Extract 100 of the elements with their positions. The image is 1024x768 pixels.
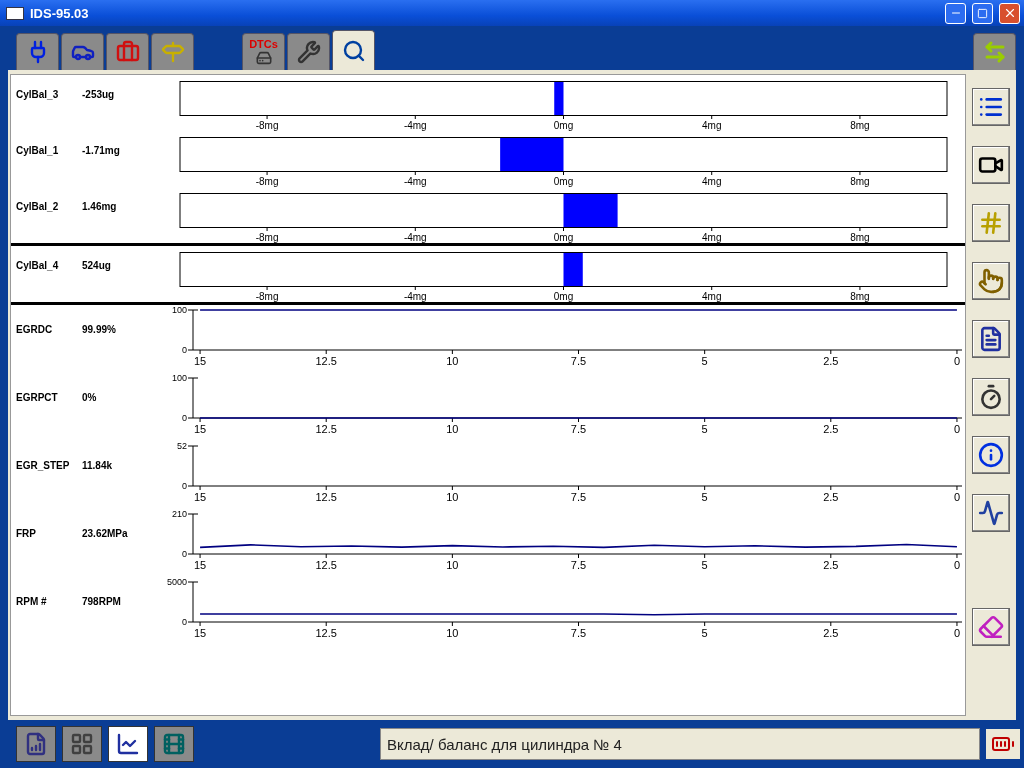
tick-label: 0 bbox=[953, 559, 960, 571]
close-button[interactable] bbox=[999, 2, 1020, 24]
channel-reading: 23.62MPa bbox=[82, 527, 129, 541]
channel-reading: -253ug bbox=[82, 88, 116, 102]
tick-label: 10 bbox=[446, 423, 459, 435]
eraser-icon bbox=[978, 614, 1004, 640]
y-axis bbox=[187, 581, 199, 623]
tick-label: 4mg bbox=[702, 291, 722, 302]
tick-label: 8mg bbox=[850, 176, 870, 187]
briefcase-icon bbox=[115, 40, 140, 64]
film-icon bbox=[162, 732, 186, 756]
tick-label: 0 bbox=[953, 423, 960, 435]
tick-label: 7.5 bbox=[570, 559, 587, 571]
tick-label: -8mg bbox=[255, 176, 279, 187]
tick-label: 4mg bbox=[702, 232, 722, 243]
tick-label: 15 bbox=[193, 491, 207, 503]
tick-label: 2.5 bbox=[823, 559, 839, 571]
wrench-icon bbox=[296, 40, 321, 64]
channel-name: EGR_STEP bbox=[15, 459, 71, 473]
tick-label: 12.5 bbox=[315, 627, 337, 639]
channel-reading: -1.71mg bbox=[82, 144, 121, 158]
magnifier-icon bbox=[341, 38, 366, 63]
tick-label: -8mg bbox=[255, 120, 279, 131]
toolbar-button[interactable] bbox=[972, 146, 1010, 184]
tick-label: 8mg bbox=[850, 232, 870, 243]
tick-label: 5 bbox=[701, 423, 708, 435]
channel-name: RPM # bbox=[15, 595, 48, 609]
tick-label: 0mg bbox=[553, 291, 574, 302]
channel-reading: 524ug bbox=[82, 259, 112, 273]
tick-label: 8mg bbox=[850, 120, 870, 131]
maximize-button[interactable] bbox=[972, 2, 993, 24]
grid-icon bbox=[70, 732, 94, 756]
tick-label: 7.5 bbox=[570, 355, 587, 367]
tick-label: 2.5 bbox=[823, 627, 839, 639]
tab[interactable]: DTCs bbox=[242, 33, 285, 70]
toolbar-button[interactable] bbox=[972, 494, 1010, 532]
tick-label: -4mg bbox=[403, 291, 427, 302]
tick-label: 100 bbox=[171, 373, 187, 383]
channel-name: CylBal_3 bbox=[15, 88, 60, 102]
tick-label: -4mg bbox=[403, 120, 427, 131]
document-icon bbox=[978, 326, 1004, 352]
tick-label: 12.5 bbox=[315, 423, 337, 435]
channel-name: FRP bbox=[15, 527, 37, 541]
tick-label: 15 bbox=[193, 423, 207, 435]
tab[interactable] bbox=[332, 30, 375, 70]
channel-reading: 1.46mg bbox=[82, 200, 118, 214]
channel-name: CylBal_2 bbox=[15, 200, 60, 214]
tick-label: 10 bbox=[446, 559, 459, 571]
tick-label: 0 bbox=[182, 617, 187, 627]
hash-icon bbox=[978, 210, 1004, 236]
tick-label: 2.5 bbox=[823, 355, 839, 367]
tick-label: 0 bbox=[953, 491, 960, 503]
tick-label: 210 bbox=[171, 509, 187, 519]
tick-label: 0 bbox=[182, 345, 187, 355]
tick-label: 15 bbox=[193, 627, 207, 639]
tab[interactable] bbox=[108, 726, 148, 762]
tick-label: 5 bbox=[701, 355, 708, 367]
tick-label: 0 bbox=[953, 355, 960, 367]
status-message: Вклад/ баланс для цилиндра № 4 bbox=[380, 728, 980, 760]
toolbar-button[interactable] bbox=[972, 378, 1010, 416]
channel-name: CylBal_1 bbox=[15, 144, 60, 158]
tick-label: 2.5 bbox=[823, 423, 839, 435]
tick-label: 7.5 bbox=[570, 423, 587, 435]
tick-label: 5 bbox=[701, 559, 708, 571]
channel-reading: 99.99% bbox=[82, 323, 117, 337]
minimize-button[interactable] bbox=[945, 2, 966, 24]
toolbar-button[interactable] bbox=[972, 436, 1010, 474]
tick-label: 4mg bbox=[702, 176, 722, 187]
toolbar-button[interactable] bbox=[972, 88, 1010, 126]
y-axis bbox=[187, 377, 199, 419]
stopwatch-icon bbox=[978, 384, 1004, 410]
y-axis bbox=[187, 513, 199, 555]
tick-label: -8mg bbox=[255, 291, 279, 302]
toolbar-button[interactable] bbox=[972, 320, 1010, 358]
app-icon bbox=[6, 6, 24, 20]
tick-label: 100 bbox=[171, 305, 187, 315]
tick-label: -4mg bbox=[403, 232, 427, 243]
channel-reading: 798RPM bbox=[82, 595, 122, 609]
tick-label: 0 bbox=[953, 627, 960, 639]
info-icon bbox=[978, 442, 1004, 468]
line-chart-icon bbox=[116, 732, 140, 756]
tick-label: 12.5 bbox=[315, 355, 337, 367]
tick-label: 52 bbox=[177, 441, 187, 451]
y-axis bbox=[187, 445, 199, 487]
channel-name: EGRPCT bbox=[15, 391, 59, 405]
tick-label: 10 bbox=[446, 355, 459, 367]
signpost-icon bbox=[160, 40, 185, 64]
maximize-icon bbox=[977, 7, 988, 19]
tick-label: 7.5 bbox=[570, 627, 587, 639]
channel-name: EGRDC bbox=[15, 323, 54, 337]
hand-pointer-icon bbox=[978, 268, 1004, 294]
tick-label: -8mg bbox=[255, 232, 279, 243]
tick-label: 4mg bbox=[702, 120, 722, 131]
tick-label: 0 bbox=[182, 549, 187, 559]
channel-name: CylBal_4 bbox=[15, 259, 60, 273]
tick-label: 8mg bbox=[850, 291, 870, 302]
channel-reading: 0% bbox=[82, 391, 98, 405]
chart-wave-icon bbox=[978, 500, 1004, 526]
tick-label: 5000 bbox=[166, 577, 187, 587]
tick-label: 0mg bbox=[553, 120, 574, 131]
